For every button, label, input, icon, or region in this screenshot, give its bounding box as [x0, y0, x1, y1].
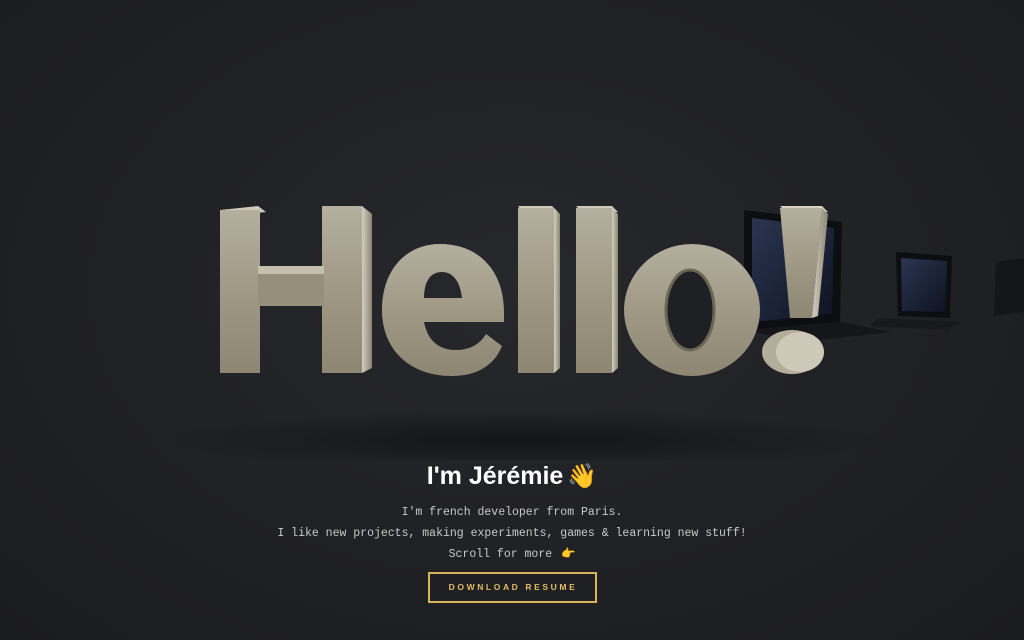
- phone-device: [994, 258, 1024, 316]
- letter-e: [382, 244, 504, 376]
- intro-block: I'm Jérémie 👋 I'm french developer from P…: [0, 458, 1024, 603]
- intro-name: I'm Jérémie: [426, 462, 564, 490]
- intro-line-1: I'm french developer from Paris.: [401, 506, 623, 519]
- scroll-hint-text: Scroll for more: [448, 548, 553, 561]
- intro-line-2: I like new projects, making experiments,…: [277, 527, 747, 540]
- hello-3d-scene: [160, 206, 1024, 460]
- tablet-device: [870, 252, 960, 330]
- letter-l-first: [518, 206, 560, 373]
- letter-l-second: [576, 206, 618, 373]
- floor-shadow: [160, 410, 880, 460]
- intro-line-3: Scroll for more 👉: [0, 544, 1024, 565]
- letter-o: [624, 244, 760, 376]
- intro-heading: I'm Jérémie 👋: [0, 458, 1024, 494]
- hero-section: I'm Jérémie 👋 I'm french developer from P…: [0, 0, 1024, 640]
- download-resume-button[interactable]: DOWNLOAD RESUME: [427, 572, 597, 603]
- pointing-hand-icon: 👉: [561, 548, 576, 561]
- letter-h: [220, 206, 372, 373]
- waving-hand-icon: 👋: [567, 463, 598, 490]
